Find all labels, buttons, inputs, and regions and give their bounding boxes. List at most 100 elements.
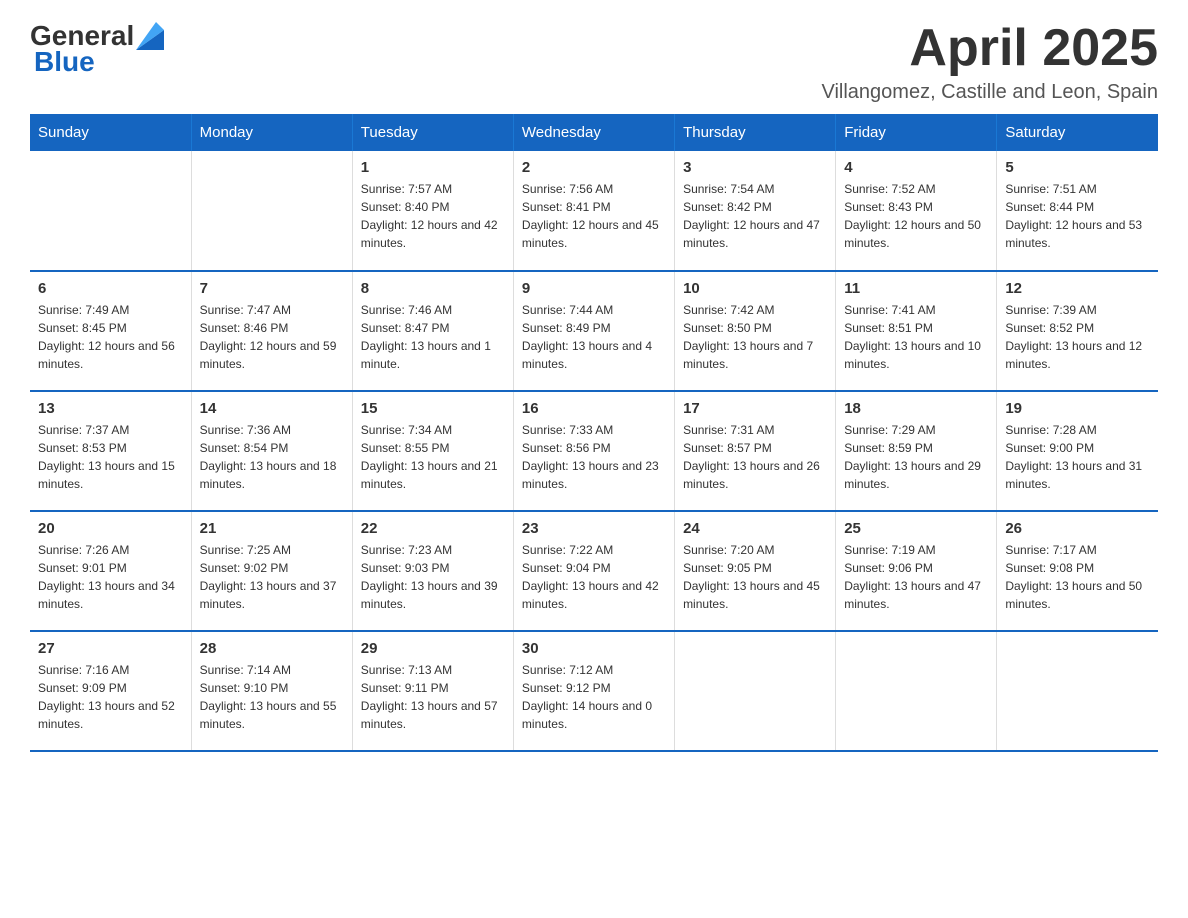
calendar-cell: 23Sunrise: 7:22 AMSunset: 9:04 PMDayligh… [513,511,674,631]
weekday-header-thursday: Thursday [675,114,836,151]
day-info: Sunrise: 7:12 AMSunset: 9:12 PMDaylight:… [522,661,666,733]
day-number: 1 [361,159,505,176]
day-number: 21 [200,520,344,537]
day-number: 10 [683,280,827,297]
calendar-cell [30,151,191,271]
day-number: 16 [522,400,666,417]
day-number: 5 [1005,159,1150,176]
day-number: 7 [200,280,344,297]
day-number: 23 [522,520,666,537]
calendar-week-row: 27 Sunrise: 7:16 AMSunset: 9:09 PMDayligh… [30,631,1158,751]
day-info: Sunrise: 7:26 AMSunset: 9:01 PMDaylight:… [38,541,183,613]
weekday-header-row: SundayMondayTuesdayWednesdayThursdayFrid… [30,114,1158,151]
calendar-cell: 30Sunrise: 7:12 AMSunset: 9:12 PMDayligh… [513,631,674,751]
day-info: Sunrise: 7:51 AMSunset: 8:44 PMDaylight:… [1005,180,1150,252]
calendar-week-row: 20 Sunrise: 7:26 AMSunset: 9:01 PMDayligh… [30,511,1158,631]
day-number: 28 [200,640,344,657]
day-info: Sunrise: 7:31 AMSunset: 8:57 PMDaylight:… [683,421,827,493]
day-number: 6 [38,280,183,297]
day-number: 4 [844,159,988,176]
day-info: Sunrise: 7:34 AMSunset: 8:55 PMDaylight:… [361,421,505,493]
logo-icon [136,22,164,50]
day-info: Sunrise: 7:25 AMSunset: 9:02 PMDaylight:… [200,541,344,613]
day-info: Sunrise: 7:13 AMSunset: 9:11 PMDaylight:… [361,661,505,733]
day-info: Sunrise: 7:37 AMSunset: 8:53 PMDaylight:… [38,421,183,493]
calendar-cell: 12 Sunrise: 7:39 AMSunset: 8:52 PMDayligh… [997,271,1158,391]
logo-blue-text: Blue [34,46,95,78]
day-info: Sunrise: 7:49 AMSunset: 8:45 PMDaylight:… [38,301,183,373]
day-number: 29 [361,640,505,657]
day-info: Sunrise: 7:14 AMSunset: 9:10 PMDaylight:… [200,661,344,733]
calendar-cell [836,631,997,751]
day-number: 22 [361,520,505,537]
calendar-cell: 22 Sunrise: 7:23 AMSunset: 9:03 PMDayligh… [352,511,513,631]
day-info: Sunrise: 7:39 AMSunset: 8:52 PMDaylight:… [1005,301,1150,373]
calendar-cell: 8 Sunrise: 7:46 AMSunset: 8:47 PMDaylight… [352,271,513,391]
month-title: April 2025 [821,20,1158,77]
calendar-cell: 5 Sunrise: 7:51 AMSunset: 8:44 PMDaylight… [997,151,1158,271]
day-number: 20 [38,520,183,537]
day-number: 26 [1005,520,1150,537]
weekday-header-wednesday: Wednesday [513,114,674,151]
calendar-cell: 17 Sunrise: 7:31 AMSunset: 8:57 PMDayligh… [675,391,836,511]
calendar-table: SundayMondayTuesdayWednesdayThursdayFrid… [30,114,1158,752]
day-number: 9 [522,280,666,297]
calendar-cell: 3 Sunrise: 7:54 AMSunset: 8:42 PMDaylight… [675,151,836,271]
calendar-cell: 13 Sunrise: 7:37 AMSunset: 8:53 PMDayligh… [30,391,191,511]
weekday-header-friday: Friday [836,114,997,151]
day-info: Sunrise: 7:19 AMSunset: 9:06 PMDaylight:… [844,541,988,613]
title-block: April 2025 Villangomez, Castille and Leo… [821,20,1158,104]
calendar-cell: 10 Sunrise: 7:42 AMSunset: 8:50 PMDayligh… [675,271,836,391]
day-info: Sunrise: 7:23 AMSunset: 9:03 PMDaylight:… [361,541,505,613]
day-number: 8 [361,280,505,297]
day-info: Sunrise: 7:16 AMSunset: 9:09 PMDaylight:… [38,661,183,733]
calendar-cell: 25Sunrise: 7:19 AMSunset: 9:06 PMDayligh… [836,511,997,631]
calendar-cell: 7Sunrise: 7:47 AMSunset: 8:46 PMDaylight… [191,271,352,391]
day-number: 17 [683,400,827,417]
day-info: Sunrise: 7:56 AMSunset: 8:41 PMDaylight:… [522,180,666,252]
day-number: 19 [1005,400,1150,417]
day-number: 15 [361,400,505,417]
calendar-week-row: 13 Sunrise: 7:37 AMSunset: 8:53 PMDayligh… [30,391,1158,511]
calendar-cell: 20 Sunrise: 7:26 AMSunset: 9:01 PMDayligh… [30,511,191,631]
day-info: Sunrise: 7:20 AMSunset: 9:05 PMDaylight:… [683,541,827,613]
calendar-cell: 9 Sunrise: 7:44 AMSunset: 8:49 PMDaylight… [513,271,674,391]
day-number: 13 [38,400,183,417]
page-header: General Blue April 2025 Villangomez, Cas… [30,20,1158,104]
calendar-cell: 18 Sunrise: 7:29 AMSunset: 8:59 PMDayligh… [836,391,997,511]
day-number: 18 [844,400,988,417]
calendar-cell [997,631,1158,751]
day-number: 3 [683,159,827,176]
calendar-cell: 28 Sunrise: 7:14 AMSunset: 9:10 PMDayligh… [191,631,352,751]
day-info: Sunrise: 7:57 AMSunset: 8:40 PMDaylight:… [361,180,505,252]
calendar-cell: 21 Sunrise: 7:25 AMSunset: 9:02 PMDayligh… [191,511,352,631]
calendar-cell: 24 Sunrise: 7:20 AMSunset: 9:05 PMDayligh… [675,511,836,631]
calendar-cell: 14Sunrise: 7:36 AMSunset: 8:54 PMDayligh… [191,391,352,511]
calendar-week-row: 6 Sunrise: 7:49 AMSunset: 8:45 PMDaylight… [30,271,1158,391]
calendar-cell [191,151,352,271]
day-info: Sunrise: 7:46 AMSunset: 8:47 PMDaylight:… [361,301,505,373]
day-info: Sunrise: 7:54 AMSunset: 8:42 PMDaylight:… [683,180,827,252]
calendar-cell: 27 Sunrise: 7:16 AMSunset: 9:09 PMDayligh… [30,631,191,751]
day-number: 24 [683,520,827,537]
day-number: 14 [200,400,344,417]
day-info: Sunrise: 7:44 AMSunset: 8:49 PMDaylight:… [522,301,666,373]
calendar-week-row: 1 Sunrise: 7:57 AMSunset: 8:40 PMDaylight… [30,151,1158,271]
day-info: Sunrise: 7:29 AMSunset: 8:59 PMDaylight:… [844,421,988,493]
day-number: 12 [1005,280,1150,297]
day-info: Sunrise: 7:42 AMSunset: 8:50 PMDaylight:… [683,301,827,373]
day-number: 2 [522,159,666,176]
calendar-cell: 1 Sunrise: 7:57 AMSunset: 8:40 PMDaylight… [352,151,513,271]
logo: General Blue [30,20,168,78]
calendar-cell: 19 Sunrise: 7:28 AMSunset: 9:00 PMDayligh… [997,391,1158,511]
calendar-cell [675,631,836,751]
day-number: 27 [38,640,183,657]
day-info: Sunrise: 7:52 AMSunset: 8:43 PMDaylight:… [844,180,988,252]
calendar-cell: 15 Sunrise: 7:34 AMSunset: 8:55 PMDayligh… [352,391,513,511]
calendar-cell: 16 Sunrise: 7:33 AMSunset: 8:56 PMDayligh… [513,391,674,511]
calendar-cell: 26Sunrise: 7:17 AMSunset: 9:08 PMDayligh… [997,511,1158,631]
weekday-header-sunday: Sunday [30,114,191,151]
day-number: 11 [844,280,988,297]
day-info: Sunrise: 7:33 AMSunset: 8:56 PMDaylight:… [522,421,666,493]
day-info: Sunrise: 7:28 AMSunset: 9:00 PMDaylight:… [1005,421,1150,493]
